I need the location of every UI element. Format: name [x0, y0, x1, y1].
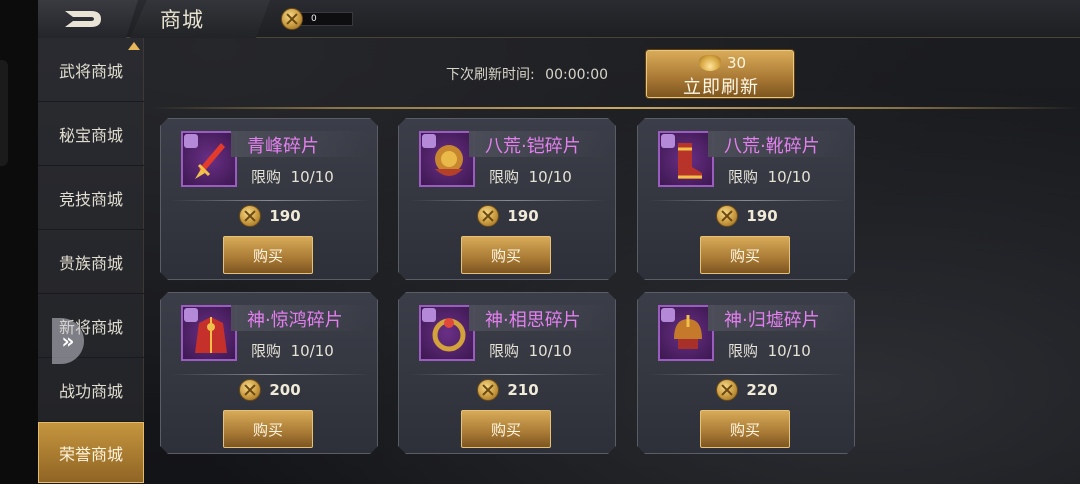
page-title: 商城	[160, 8, 204, 32]
shop-item-card-6: 神·归墟碎片 限购 10/10 220 购买	[637, 292, 855, 454]
currency-value: 0	[311, 14, 317, 24]
honor-coin-icon	[716, 205, 738, 227]
sidebar-item-arena-shop[interactable]: 竞技商城	[38, 166, 144, 230]
buy-button[interactable]: 购买	[461, 236, 551, 274]
purchase-limit: 限购 10/10	[728, 168, 811, 186]
refresh-time: 00:00:00	[545, 67, 609, 83]
sidebar-item-noble-shop[interactable]: 贵族商城	[38, 230, 144, 294]
honor-coin-icon	[239, 379, 261, 401]
shop-item-card-5: 神·相思碎片 限购 10/10 210 购买	[398, 292, 616, 454]
currency-display: 0	[281, 8, 353, 30]
shop-sidebar: 武将商城 秘宝商城 竞技商城 贵族商城 新将商城 战功商城 荣誉商城	[38, 38, 144, 484]
purchase-limit: 限购 10/10	[251, 342, 334, 360]
shop-item-card-4: 神·惊鸿碎片 限购 10/10 200 购买	[160, 292, 378, 454]
item-price: 190	[399, 205, 617, 227]
purchase-limit: 限购 10/10	[489, 342, 572, 360]
refresh-cost: 30	[727, 54, 747, 72]
top-bar: 商城 0	[38, 0, 1080, 38]
sidebar-item-honor-shop[interactable]: 荣誉商城	[38, 422, 144, 484]
item-name: 神·惊鸿碎片	[247, 310, 343, 331]
shop-item-card-2: 八荒·铠碎片 限购 10/10 190 购买	[398, 118, 616, 280]
item-thumbnail	[658, 131, 714, 187]
item-price: 190	[161, 205, 379, 227]
divider	[150, 107, 1080, 109]
page-title-tab: 商城	[130, 0, 270, 38]
armor-icon	[429, 139, 469, 183]
honor-coin-icon	[477, 379, 499, 401]
helmet-icon	[668, 313, 708, 357]
item-thumbnail	[419, 305, 475, 361]
item-thumbnail	[658, 305, 714, 361]
shop-item-card-3: 八荒·靴碎片 限购 10/10 190 购买	[637, 118, 855, 280]
item-price: 200	[161, 379, 379, 401]
refresh-now-label: 立即刷新	[683, 77, 759, 98]
back-button[interactable]	[38, 0, 138, 38]
item-price: 220	[638, 379, 856, 401]
item-price: 190	[638, 205, 856, 227]
item-thumbnail	[419, 131, 475, 187]
honor-coin-icon	[477, 205, 499, 227]
sidebar-item-merit-shop[interactable]: 战功商城	[38, 358, 144, 422]
item-thumbnail	[181, 131, 237, 187]
item-name: 青峰碎片	[247, 136, 319, 157]
buy-button[interactable]: 购买	[223, 236, 313, 274]
buy-button[interactable]: 购买	[700, 410, 790, 448]
item-thumbnail	[181, 305, 237, 361]
item-price: 210	[399, 379, 617, 401]
buy-button[interactable]: 购买	[223, 410, 313, 448]
purchase-limit: 限购 10/10	[251, 168, 334, 186]
boots-icon	[668, 139, 708, 183]
honor-coin-icon	[716, 379, 738, 401]
screen-edge	[0, 0, 38, 484]
purchase-limit: 限购 10/10	[728, 342, 811, 360]
refresh-timer: 下次刷新时间: 00:00:00	[446, 67, 609, 83]
item-name: 八荒·铠碎片	[485, 136, 581, 157]
purchase-limit: 限购 10/10	[489, 168, 572, 186]
robe-icon	[191, 313, 231, 357]
honor-coin-icon	[239, 205, 261, 227]
buy-button[interactable]: 购买	[461, 410, 551, 448]
double-chevron-right-icon: »	[61, 329, 75, 353]
gold-ingot-icon	[699, 55, 721, 71]
item-name: 神·归墟碎片	[724, 310, 820, 331]
item-name: 八荒·靴碎片	[724, 136, 820, 157]
buy-button[interactable]: 购买	[700, 236, 790, 274]
ring-icon	[429, 313, 469, 357]
sword-icon	[191, 139, 231, 183]
shop-item-card-1: 青峰碎片 限购 10/10 190 购买	[160, 118, 378, 280]
refresh-now-button[interactable]: 30 立即刷新	[646, 50, 794, 98]
sidebar-item-general-shop[interactable]: 武将商城	[38, 38, 144, 102]
honor-coin-icon	[281, 8, 303, 30]
sidebar-item-treasure-shop[interactable]: 秘宝商城	[38, 102, 144, 166]
item-name: 神·相思碎片	[485, 310, 581, 331]
back-arrow-icon	[65, 11, 101, 27]
